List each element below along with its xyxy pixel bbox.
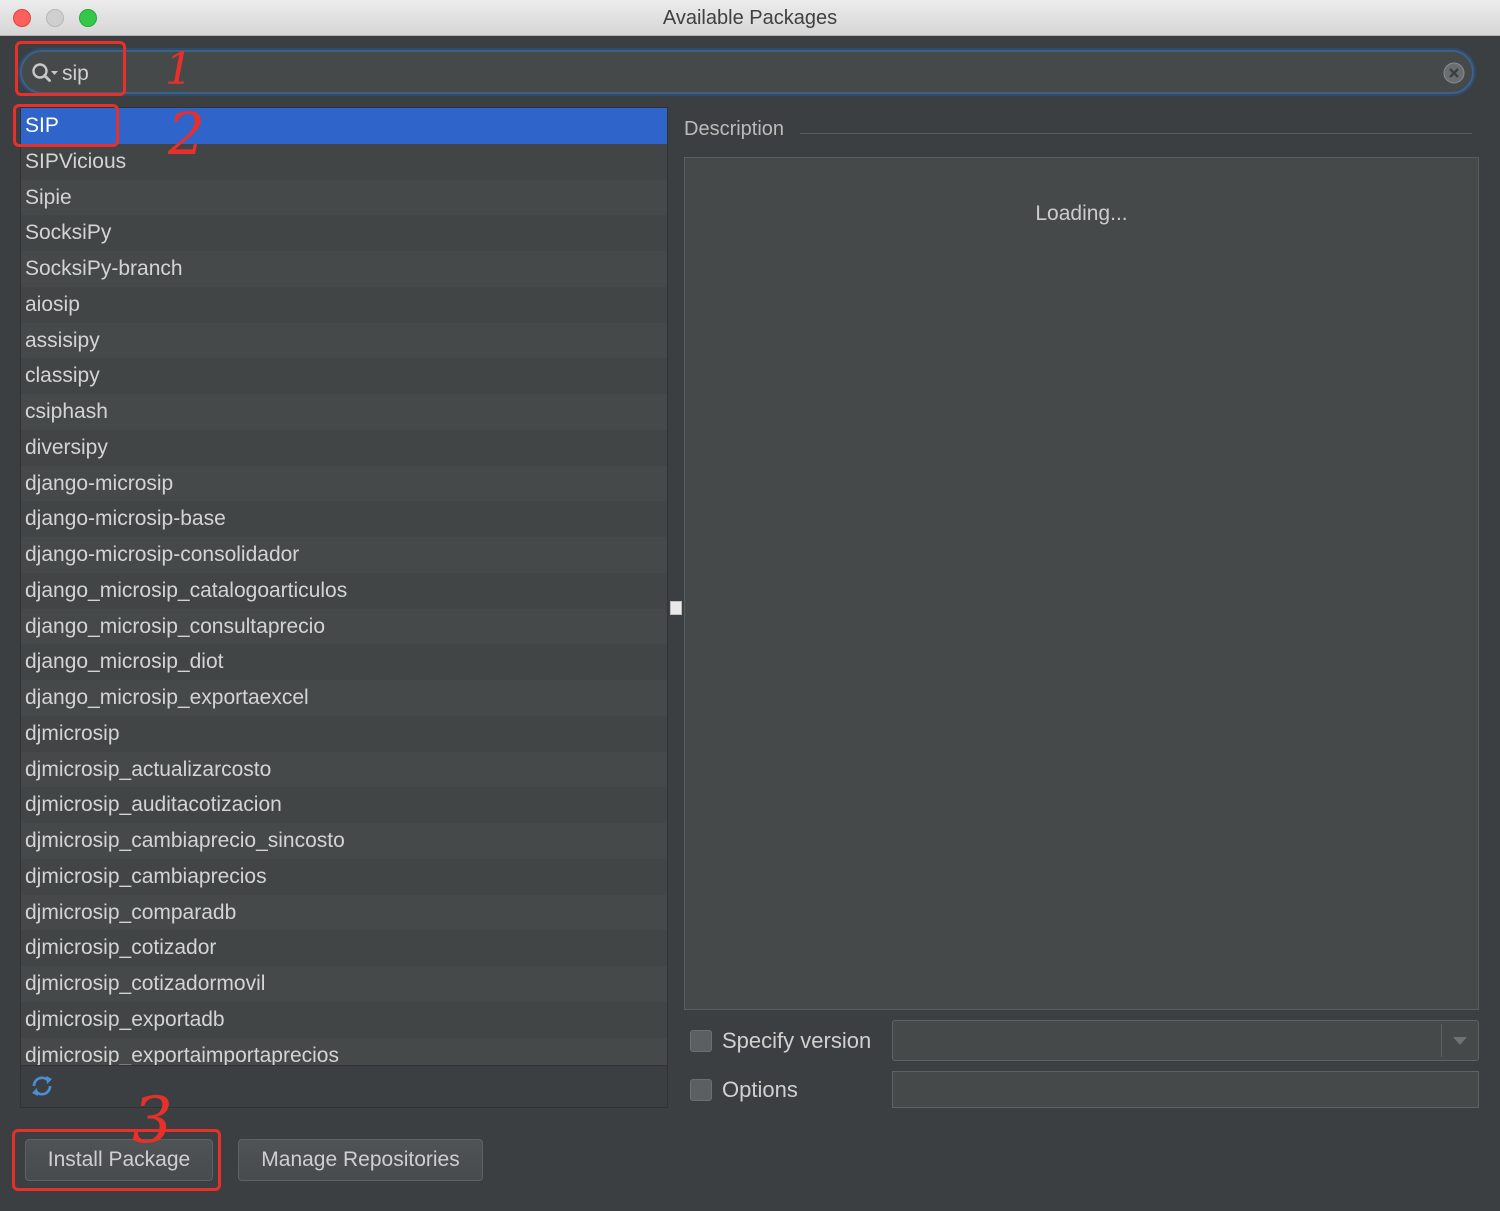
package-list-item[interactable]: django-microsip — [21, 465, 667, 502]
package-list-item[interactable]: djmicrosip_actualizarcosto — [21, 751, 667, 788]
package-list-item[interactable]: classipy — [21, 358, 667, 394]
package-list-item[interactable]: django_microsip_consultaprecio — [21, 608, 667, 645]
options-checkbox[interactable] — [690, 1079, 712, 1101]
package-list-item[interactable]: csiphash — [21, 394, 667, 430]
options-input[interactable] — [892, 1071, 1479, 1108]
package-list-item[interactable]: SocksiPy — [21, 215, 667, 251]
package-list-item[interactable]: djmicrosip_cambiaprecios — [21, 858, 667, 895]
package-list-item[interactable]: django-microsip-base — [21, 501, 667, 537]
description-panel: Loading... — [684, 157, 1479, 1010]
package-list-item[interactable]: djmicrosip_cotizador — [21, 930, 667, 966]
loading-text: Loading... — [1035, 202, 1128, 225]
dropdown-separator — [1441, 1024, 1442, 1057]
package-list-item[interactable]: Sipie — [21, 179, 667, 216]
version-dropdown[interactable] — [892, 1020, 1479, 1061]
chevron-down-icon[interactable] — [1453, 1037, 1467, 1045]
package-list-item[interactable]: assisipy — [21, 322, 667, 359]
package-list-item[interactable]: django_microsip_diot — [21, 644, 667, 680]
refresh-icon[interactable] — [29, 1073, 55, 1099]
package-list-item[interactable]: SocksiPy-branch — [21, 251, 667, 287]
annotation-box-search — [15, 41, 126, 96]
package-list-item[interactable]: djmicrosip_cotizadormovil — [21, 966, 667, 1002]
package-list-item[interactable]: djmicrosip_comparadb — [21, 894, 667, 931]
annotation-box-install — [12, 1129, 221, 1191]
specify-version-label[interactable]: Specify version — [722, 1028, 871, 1054]
package-list-item[interactable]: SIPVicious — [21, 143, 667, 180]
package-list-item[interactable]: django_microsip_catalogoarticulos — [21, 572, 667, 609]
package-list-item[interactable]: djmicrosip_auditacotizacion — [21, 787, 667, 823]
window-title: Available Packages — [662, 7, 838, 29]
options-label[interactable]: Options — [722, 1077, 798, 1103]
list-toolbar — [21, 1065, 667, 1107]
specify-version-checkbox[interactable] — [690, 1030, 712, 1052]
title-bar: Available Packages — [0, 0, 1500, 36]
package-list-panel: SIP SIPVicious Sipie SocksiPy SocksiPy-branc… — [20, 107, 668, 1108]
package-list-item[interactable]: aiosip — [21, 286, 667, 323]
package-list-item[interactable]: djmicrosip_exportadb — [21, 1001, 667, 1038]
package-list[interactable]: SIP SIPVicious Sipie SocksiPy SocksiPy-branc… — [21, 108, 667, 1074]
description-divider — [800, 133, 1472, 134]
package-list-item[interactable]: djmicrosip_cambiaprecio_sincosto — [21, 823, 667, 859]
splitter-handle[interactable] — [670, 601, 682, 615]
manage-repositories-button[interactable]: Manage Repositories — [238, 1139, 483, 1181]
description-label: Description — [684, 118, 785, 140]
package-list-item[interactable]: diversipy — [21, 429, 667, 466]
annotation-box-selected — [13, 104, 119, 147]
clear-search-icon[interactable] — [1442, 61, 1466, 85]
package-list-item[interactable]: djmicrosip — [21, 715, 667, 752]
package-list-item[interactable]: django-microsip-consolidador — [21, 537, 667, 573]
package-list-item[interactable]: django_microsip_exportaexcel — [21, 680, 667, 716]
package-search-field[interactable]: sip — [20, 50, 1474, 94]
